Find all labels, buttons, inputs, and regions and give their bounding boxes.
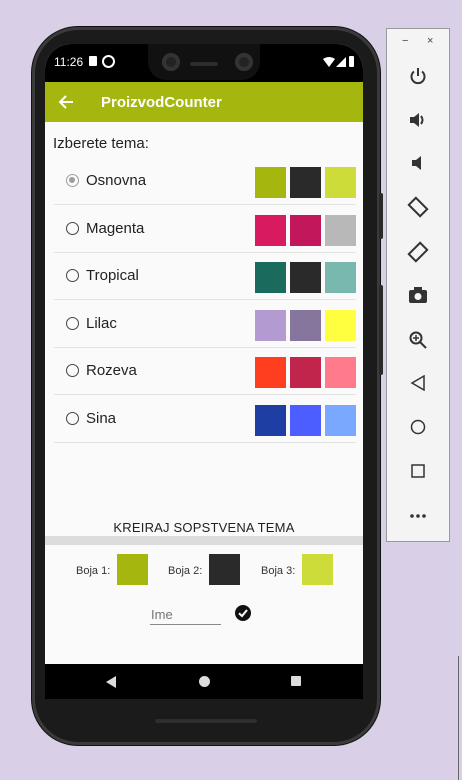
theme-color-swatch xyxy=(255,262,286,294)
theme-color-swatch xyxy=(325,262,356,294)
theme-radio[interactable] xyxy=(66,269,79,283)
theme-color-swatch xyxy=(325,405,356,436)
color3-label: Boja 3: xyxy=(261,565,296,577)
notification-icon xyxy=(102,55,115,68)
home-icon[interactable] xyxy=(410,419,426,435)
rotate-right-icon[interactable] xyxy=(407,241,429,263)
nav-home-icon[interactable] xyxy=(199,676,210,687)
volume-up-icon[interactable] xyxy=(408,111,428,129)
theme-label: Magenta xyxy=(86,219,145,237)
theme-color-swatch xyxy=(325,167,356,198)
theme-color-swatch xyxy=(290,214,321,246)
app-bar: ProizvodCounter xyxy=(45,82,363,122)
nav-back-icon[interactable] xyxy=(105,676,117,688)
nav-overview-icon[interactable] xyxy=(291,676,301,686)
theme-label: Tropical xyxy=(86,267,139,285)
theme-color-swatch xyxy=(255,214,286,246)
theme-radio[interactable] xyxy=(66,174,79,187)
theme-color-swatch xyxy=(325,357,356,389)
theme-row[interactable]: Sina xyxy=(54,395,356,443)
theme-color-swatch xyxy=(255,357,286,389)
arrow-back-icon[interactable] xyxy=(58,94,74,110)
theme-color-swatch xyxy=(255,405,286,436)
navigation-bar xyxy=(45,664,363,699)
theme-color-swatch xyxy=(290,309,321,341)
theme-radio[interactable] xyxy=(66,316,79,330)
sd-card-icon xyxy=(89,56,97,66)
wifi-icon xyxy=(323,57,335,67)
app-title: ProizvodCounter xyxy=(101,94,222,111)
theme-radio[interactable] xyxy=(66,364,79,378)
theme-row[interactable]: Osnovna xyxy=(54,157,356,205)
more-icon[interactable] xyxy=(409,513,427,519)
color1-label: Boja 1: xyxy=(76,565,111,577)
theme-label: Lilac xyxy=(86,314,117,332)
theme-radio[interactable] xyxy=(66,412,79,425)
color2-label: Boja 2: xyxy=(168,565,203,577)
theme-color-swatch xyxy=(255,309,286,341)
theme-label: Osnovna xyxy=(86,172,147,189)
custom-color3-swatch[interactable] xyxy=(302,554,333,585)
emulator-control-panel: − × xyxy=(386,28,450,542)
earpiece-speaker xyxy=(190,62,218,66)
theme-row[interactable]: Tropical xyxy=(54,252,356,301)
front-camera xyxy=(162,53,180,71)
signal-icon xyxy=(336,57,346,67)
theme-name-input[interactable] xyxy=(150,605,221,625)
theme-label: Rozeva xyxy=(86,362,137,380)
theme-color-swatch xyxy=(325,309,356,341)
status-time: 11:26 xyxy=(54,55,84,69)
status-bar: 11:26 xyxy=(45,44,363,82)
close-button[interactable]: × xyxy=(427,35,433,47)
overview-icon[interactable] xyxy=(410,463,426,479)
back-icon[interactable] xyxy=(410,375,426,391)
choose-theme-label: Izberete tema: xyxy=(53,135,149,152)
front-sensor xyxy=(235,53,253,71)
window-edge xyxy=(458,656,462,780)
volume-down-icon[interactable] xyxy=(409,154,427,172)
confirm-check-icon[interactable] xyxy=(235,605,251,621)
camera-notch xyxy=(148,44,260,80)
phone-volume-button xyxy=(379,285,383,375)
theme-color-swatch xyxy=(290,357,321,389)
section-divider xyxy=(45,536,363,545)
minimize-button[interactable]: − xyxy=(402,35,408,47)
custom-color2-swatch[interactable] xyxy=(209,554,240,585)
power-icon[interactable] xyxy=(409,67,427,85)
custom-color1-swatch[interactable] xyxy=(117,554,148,585)
battery-icon xyxy=(349,56,354,67)
theme-color-swatch xyxy=(290,167,321,198)
rotate-left-icon[interactable] xyxy=(407,196,429,218)
theme-color-swatch xyxy=(325,214,356,246)
theme-color-swatch xyxy=(290,262,321,294)
theme-color-swatch xyxy=(290,405,321,436)
theme-radio[interactable] xyxy=(66,221,79,235)
theme-row[interactable]: Lilac xyxy=(54,300,356,348)
phone-power-button xyxy=(379,193,383,239)
zoom-in-icon[interactable] xyxy=(409,331,427,349)
theme-label: Sina xyxy=(86,410,117,427)
camera-icon[interactable] xyxy=(408,286,428,304)
phone-screen: 11:26 ProizvodCounter Izberete tema: Osn… xyxy=(45,44,363,699)
theme-color-swatch xyxy=(255,167,286,198)
theme-row[interactable]: Magenta xyxy=(54,205,356,253)
phone-chin-speaker xyxy=(155,719,257,723)
custom-theme-title: KREIRAJ SOPSTVENA TEMA xyxy=(113,520,295,535)
theme-row[interactable]: Rozeva xyxy=(54,347,356,396)
